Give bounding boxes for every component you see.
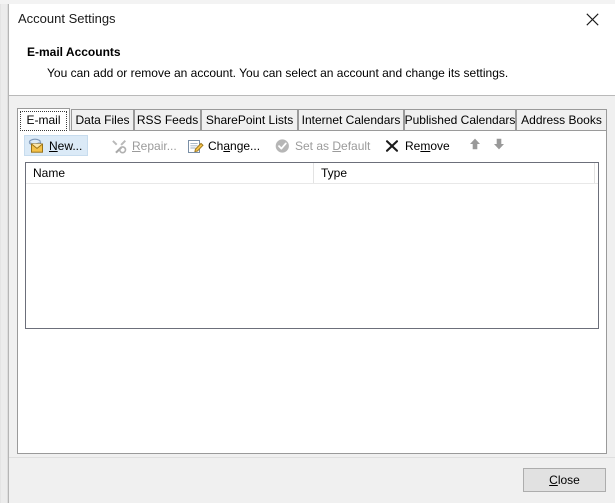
set-as-default-label-pre: Set as: [295, 138, 333, 153]
account-settings-dialog: Account Settings E-mail Accounts You can…: [8, 4, 615, 503]
tab-data-files-label: Data Files: [75, 113, 130, 127]
desktop-background-strip: [0, 4, 8, 503]
column-header-name-label: Name: [33, 166, 66, 180]
tab-data-files[interactable]: Data Files: [71, 109, 134, 130]
change-account-icon: [187, 138, 204, 154]
tab-address-books[interactable]: Address Books: [516, 109, 607, 130]
column-header-name[interactable]: Name: [26, 163, 314, 183]
tab-internet-calendars[interactable]: Internet Calendars: [298, 109, 404, 130]
change-account-label-pre: Ch: [208, 138, 224, 153]
tab-published-calendars-label: Published Calendars: [404, 113, 516, 127]
remove-account-accel: m: [420, 138, 431, 153]
account-settings-screen: · · · · · · · ·· · ·· · · · · ·· ·· · ··…: [0, 0, 615, 503]
header-description: You can add or remove an account. You ca…: [47, 66, 509, 80]
set-as-default-label: Set as Default: [295, 139, 370, 153]
set-as-default-label-post: efault: [341, 138, 371, 153]
change-account-label: Change...: [208, 139, 260, 153]
remove-account-label: Remove: [405, 139, 450, 153]
close-button-label: Close: [549, 473, 580, 487]
dialog-title: Account Settings: [18, 11, 116, 26]
arrow-down-icon: [492, 138, 506, 154]
set-as-default-accel: D: [332, 138, 342, 153]
accounts-list-body[interactable]: [26, 184, 598, 328]
repair-account-label: Repair...: [132, 139, 177, 153]
dialog-body: E-mail Data Files RSS Feeds SharePoint L…: [9, 96, 615, 503]
new-account-label: New...: [49, 139, 82, 153]
set-as-default-button[interactable]: Set as Default: [270, 135, 376, 156]
remove-account-label-pre: Re: [405, 138, 421, 153]
new-account-icon: [28, 138, 45, 154]
accounts-list-header: Name Type: [26, 163, 598, 184]
tab-sharepoint-lists-label: SharePoint Lists: [205, 113, 294, 127]
tabstrip: E-mail Data Files RSS Feeds SharePoint L…: [17, 108, 607, 131]
tab-address-books-label: Address Books: [521, 113, 602, 127]
header-title: E-mail Accounts: [27, 45, 121, 59]
accounts-toolbar: New... Repair... Change... Set as Defaul…: [18, 131, 606, 160]
tab-internet-calendars-label: Internet Calendars: [301, 113, 401, 127]
column-header-type-label: Type: [321, 166, 348, 180]
change-account-button[interactable]: Change...: [183, 135, 266, 156]
change-account-label-post: nge...: [230, 138, 261, 153]
dialog-footer: Close: [9, 457, 615, 503]
tab-sharepoint-lists[interactable]: SharePoint Lists: [201, 109, 298, 130]
email-tab-panel: New... Repair... Change... Set as Defaul…: [17, 130, 607, 454]
new-account-button[interactable]: New...: [24, 135, 89, 156]
remove-account-button[interactable]: Remove: [380, 135, 456, 156]
repair-account-accel: R: [132, 138, 141, 153]
tab-rss-feeds[interactable]: RSS Feeds: [134, 109, 201, 130]
remove-account-label-post: ove: [430, 138, 450, 153]
repair-tools-icon: [111, 138, 128, 154]
new-account-accel: N: [49, 138, 58, 153]
close-button-accel: C: [549, 473, 558, 487]
new-account-label-post: ew...: [57, 138, 83, 153]
move-down-button[interactable]: [492, 137, 508, 153]
dialog-header: E-mail Accounts You can add or remove an…: [9, 35, 615, 93]
column-header-type[interactable]: Type: [314, 163, 595, 183]
repair-account-label-post: epair...: [140, 138, 177, 153]
close-icon[interactable]: [570, 4, 615, 34]
accounts-listbox[interactable]: Name Type: [25, 162, 599, 329]
repair-account-button[interactable]: Repair...: [107, 135, 183, 156]
tab-published-calendars[interactable]: Published Calendars: [404, 109, 516, 130]
move-up-button[interactable]: [468, 137, 484, 153]
arrow-up-icon: [468, 138, 482, 154]
close-button-label-post: lose: [557, 473, 580, 487]
tab-email-label: E-mail: [26, 113, 61, 127]
tab-email[interactable]: E-mail: [17, 108, 70, 131]
dialog-titlebar: Account Settings: [9, 4, 615, 35]
check-circle-icon: [274, 138, 291, 154]
x-mark-icon: [384, 138, 401, 154]
tab-rss-feeds-label: RSS Feeds: [136, 113, 199, 127]
close-button[interactable]: Close: [523, 468, 606, 492]
